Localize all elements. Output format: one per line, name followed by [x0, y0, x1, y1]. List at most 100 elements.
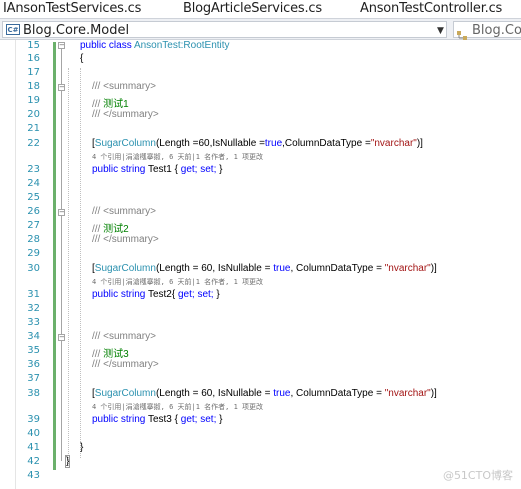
line-number: 41 [27, 442, 40, 453]
summary-open-comment: /// <summary> [92, 81, 156, 92]
property-name: Test3 { [145, 414, 181, 425]
class-name: AnsonTest:RootEntity [133, 40, 230, 51]
accessors: get; set; [180, 414, 217, 425]
namespace-close-brace: } [64, 455, 71, 468]
line-number: 27 [27, 220, 40, 231]
property-test1: public string Test1 { get; set; } [92, 164, 222, 175]
line-number: 21 [27, 123, 40, 134]
line-number: 35 [27, 345, 40, 356]
line-number: 37 [27, 373, 40, 384]
property-name: Test1 { [145, 164, 181, 175]
keyword-public: public [80, 40, 107, 51]
attribute-line: [SugarColumn(Length = 60, IsNullable = t… [92, 388, 437, 399]
line-number: 31 [27, 289, 40, 300]
keyword-class: class [108, 40, 132, 51]
attr-name: SugarColumn [94, 388, 156, 399]
line-number: 32 [27, 303, 40, 314]
property-test3: public string Test3 { get; set; } [92, 414, 222, 425]
line-number: 42 [27, 456, 40, 467]
keyword-public-string: public string [92, 164, 146, 175]
collapse-toggle-icon[interactable]: − [58, 209, 65, 216]
codelens-info[interactable]: 4 个引用|涓滄槬搴掓, 6 天前|1 名作者, 1 项更改 [92, 402, 263, 412]
attr-args: (Length = 60, IsNullable = [155, 263, 274, 274]
accessors: get; set; [180, 164, 217, 175]
keyword-true: true [264, 138, 283, 149]
collapse-toggle-icon[interactable]: − [58, 42, 65, 49]
summary-tag: /// </summary> [92, 109, 159, 120]
summary-open-comment: /// <summary> [92, 331, 156, 342]
attr-bracket: )] [430, 388, 437, 399]
line-number: 33 [27, 317, 40, 328]
keyword-true: true [273, 388, 291, 399]
line-number: 24 [27, 178, 40, 189]
outline-line [61, 49, 62, 461]
line-number: 43 [27, 470, 40, 481]
class-declaration: public class AnsonTest:RootEntity [80, 40, 230, 51]
keyword-public-string: public string [92, 289, 146, 300]
codelens-info[interactable]: 4 个引用|涓滄槬搴掓, 6 天前|1 名作者, 1 项更改 [92, 152, 263, 162]
line-number: 29 [27, 248, 40, 259]
attr-name: SugarColumn [94, 263, 156, 274]
line-number: 36 [27, 359, 40, 370]
line-number: 23 [27, 164, 40, 175]
attr-args: , ColumnDataType = [290, 263, 385, 274]
attr-bracket: )] [416, 138, 423, 149]
csharp-project-icon: C# [6, 24, 20, 35]
change-tracking-bar [53, 42, 56, 470]
line-number: 17 [27, 67, 40, 78]
summary-open-comment: /// <summary> [92, 206, 156, 217]
line-number: 38 [27, 388, 40, 399]
test2-comment: /// 测试2 [92, 220, 129, 235]
attr-args: (Length =60,IsNullable = [155, 138, 265, 149]
line-number: 22 [27, 138, 40, 149]
property-end: } [216, 164, 223, 175]
codelens-info[interactable]: 4 个引用|涓滄槬搴掓, 6 天前|1 名作者, 1 项更改 [92, 277, 263, 287]
accessors: get; set; [177, 289, 214, 300]
string-literal: "nvarchar" [370, 138, 417, 149]
tab-ianson-test-services[interactable]: IAnsonTestServices.cs [3, 1, 141, 16]
summary-tag: /// <summary> [92, 206, 156, 217]
line-number: 30 [27, 263, 40, 274]
summary-tag: /// <summary> [92, 81, 156, 92]
code-editor[interactable]: 15 16 17 18 19 20 21 22 23 24 25 26 27 2… [0, 40, 521, 489]
property-name: Test2{ [145, 289, 178, 300]
property-test2: public string Test2{ get; set; } [92, 289, 220, 300]
line-number: 39 [27, 414, 40, 425]
tab-blog-article-services[interactable]: BlogArticleServices.cs [183, 1, 322, 16]
line-number: 26 [27, 206, 40, 217]
watermark: @51CTO博客 [442, 469, 513, 482]
line-number: 16 [27, 53, 40, 64]
line-number: 25 [27, 192, 40, 203]
project-name: Blog.Core.Model [23, 23, 130, 38]
tab-anson-test-controller[interactable]: AnsonTestController.cs [360, 1, 502, 16]
chevron-down-icon[interactable]: ▼ [437, 26, 444, 36]
keyword-true: true [273, 263, 291, 274]
navigation-bar: C# Blog.Core.Model ▼ Blog.Core [0, 18, 521, 40]
class-icon [457, 25, 467, 40]
indent-guide [68, 68, 69, 468]
type-name: Blog.Core [472, 23, 521, 38]
test3-comment: /// 测试3 [92, 345, 129, 360]
attribute-line: [SugarColumn(Length =60,IsNullable =true… [92, 138, 423, 149]
attr-name: SugarColumn [94, 138, 156, 149]
line-number: 34 [27, 331, 40, 342]
attr-args: , ColumnDataType = [290, 388, 385, 399]
property-end: } [213, 289, 220, 300]
indent-guide [80, 68, 81, 458]
close-brace: } [80, 442, 84, 453]
summary-tag: /// <summary> [92, 331, 156, 342]
line-number: 40 [27, 428, 40, 439]
line-number: 15 [27, 40, 40, 51]
summary-tag: /// </summary> [92, 359, 159, 370]
test1-comment: /// 测试1 [92, 95, 129, 110]
string-literal: "nvarchar" [384, 263, 431, 274]
project-dropdown[interactable]: C# Blog.Core.Model ▼ [2, 21, 447, 38]
line-number: 28 [27, 234, 40, 245]
line-number: 18 [27, 81, 40, 92]
collapse-toggle-icon[interactable]: − [58, 84, 65, 91]
collapse-toggle-icon[interactable]: − [58, 334, 65, 341]
type-dropdown[interactable]: Blog.Core [453, 21, 521, 40]
summary-close-comment: /// </summary> [92, 109, 159, 120]
attr-args: ,ColumnDataType = [282, 138, 371, 149]
document-tab-bar: IAnsonTestServices.cs BlogArticleService… [0, 0, 521, 18]
